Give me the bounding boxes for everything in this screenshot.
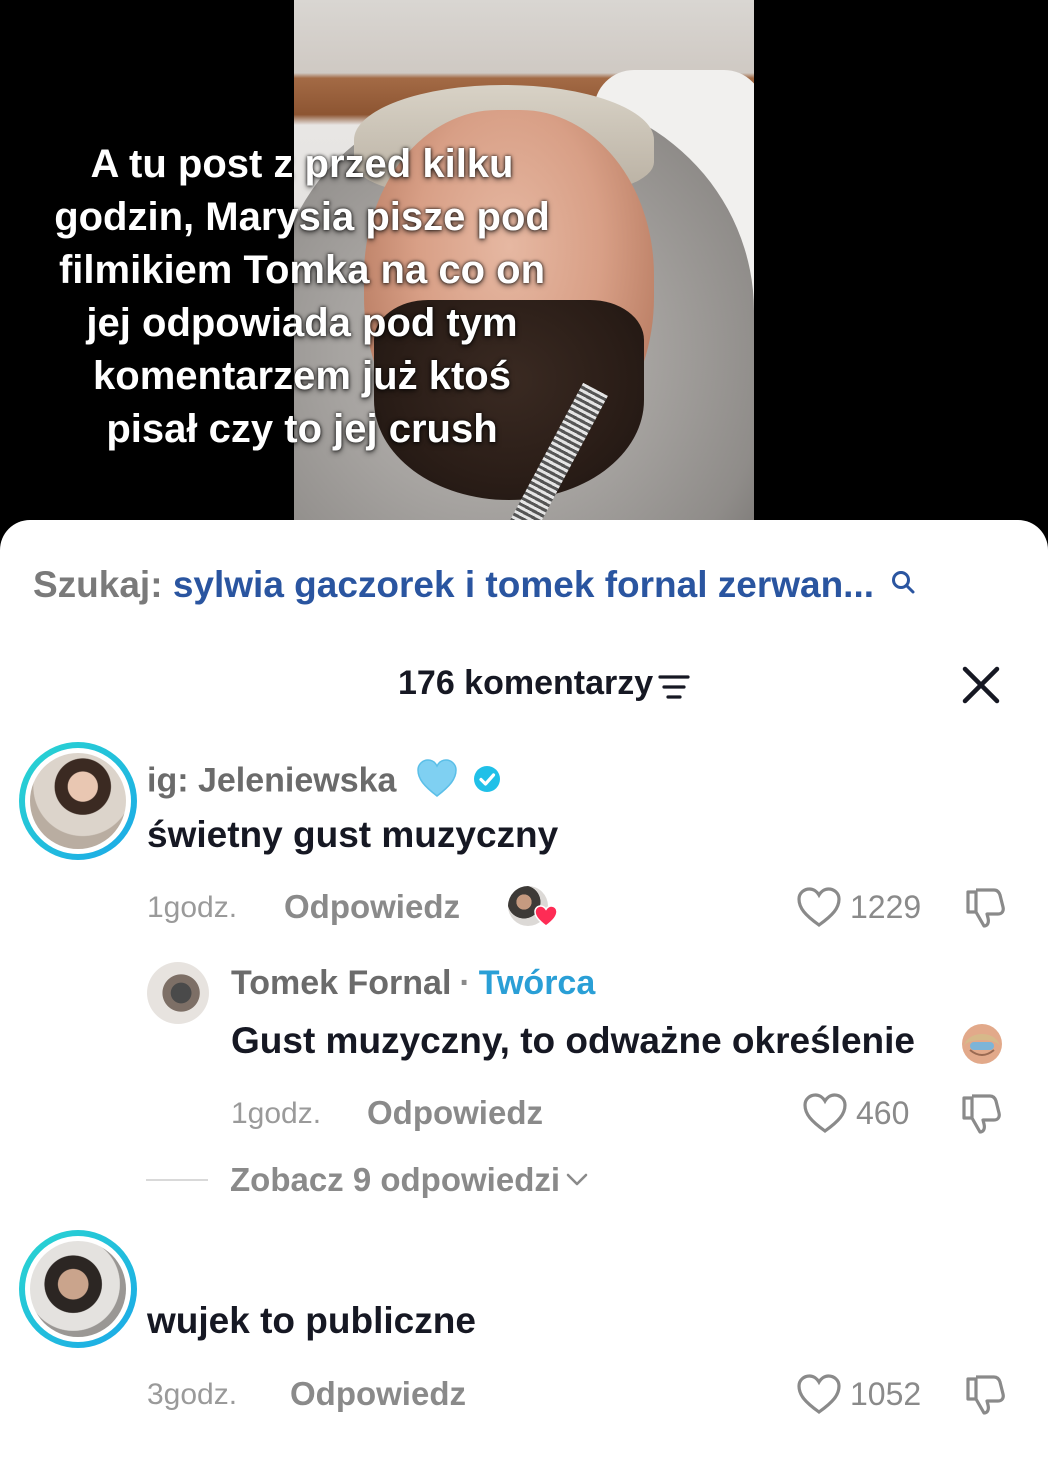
avatar[interactable]	[19, 742, 137, 860]
avatar[interactable]	[147, 962, 209, 1024]
close-icon[interactable]	[958, 662, 1004, 708]
reply-button[interactable]: Odpowiedz	[284, 888, 460, 926]
divider-line	[146, 1179, 208, 1181]
comment-text: świetny gust muzyczny	[147, 814, 559, 855]
heart-outline-icon[interactable]	[796, 886, 842, 928]
reply-button[interactable]: Odpowiedz	[367, 1094, 543, 1132]
view-replies-label[interactable]: Zobacz 9 odpowiedzi	[230, 1161, 560, 1199]
search-label: Szukaj:	[33, 564, 163, 605]
comments-panel: Szukaj: sylwia gaczorek i tomek fornal z…	[0, 520, 1048, 1460]
username-text[interactable]: Tomek Fornal	[231, 964, 451, 1002]
reply-button[interactable]: Odpowiedz	[290, 1375, 466, 1413]
username-text[interactable]: ig: Jeleniewska	[147, 761, 396, 799]
reply-text-content: Gust muzyczny, to odważne określenie	[231, 1020, 915, 1061]
reply-username[interactable]: Tomek Fornal · Twórca	[231, 964, 595, 1003]
comment-timestamp: 3godz.	[147, 1378, 238, 1411]
like-button[interactable]: 460	[802, 1090, 909, 1136]
search-query-link[interactable]: sylwia gaczorek i tomek fornal zerwan...	[173, 564, 874, 605]
avatar[interactable]	[19, 1230, 137, 1348]
separator: ·	[459, 964, 471, 1002]
light-blue-heart-icon	[416, 758, 458, 807]
like-button[interactable]: 1229	[796, 884, 921, 930]
video-caption-overlay: A tu post z przed kilku godzin, Marysia …	[54, 142, 550, 451]
search-suggestion[interactable]: Szukaj: sylwia gaczorek i tomek fornal z…	[33, 564, 916, 606]
dislike-icon[interactable]	[962, 884, 1008, 930]
like-count: 1052	[850, 1375, 922, 1412]
heart-outline-icon[interactable]	[796, 1373, 842, 1415]
comment-text: wujek to publiczne	[147, 1300, 476, 1341]
comment-timestamp: 1godz.	[147, 891, 238, 924]
comments-header: 176 komentarzy	[0, 662, 1048, 712]
sort-icon[interactable]	[658, 674, 690, 705]
dislike-icon[interactable]	[958, 1090, 1004, 1136]
creator-badge: Twórca	[478, 964, 596, 1002]
like-button[interactable]: 1052	[796, 1371, 921, 1417]
comment-count: 176 komentarzy	[398, 664, 654, 702]
comment-username[interactable]: ig: Jeleniewska	[147, 758, 501, 807]
verified-badge-icon	[473, 763, 501, 802]
heart-outline-icon[interactable]	[802, 1092, 848, 1134]
liked-by-creator-badge	[508, 886, 558, 927]
heart-icon	[534, 905, 558, 932]
view-replies-button[interactable]: Zobacz 9 odpowiedzi	[146, 1160, 588, 1200]
chevron-down-icon[interactable]	[566, 1173, 588, 1187]
video-player[interactable]: A tu post z przed kilku godzin, Marysia …	[0, 0, 1048, 530]
search-icon[interactable]	[890, 562, 916, 604]
dislike-icon[interactable]	[962, 1371, 1008, 1417]
like-count: 1229	[850, 888, 922, 925]
reply-timestamp: 1godz.	[231, 1097, 322, 1130]
reply-text: Gust muzyczny, to odważne określenie	[231, 1020, 915, 1062]
person-facepalming-icon	[958, 1020, 1006, 1073]
like-count: 460	[856, 1094, 910, 1131]
